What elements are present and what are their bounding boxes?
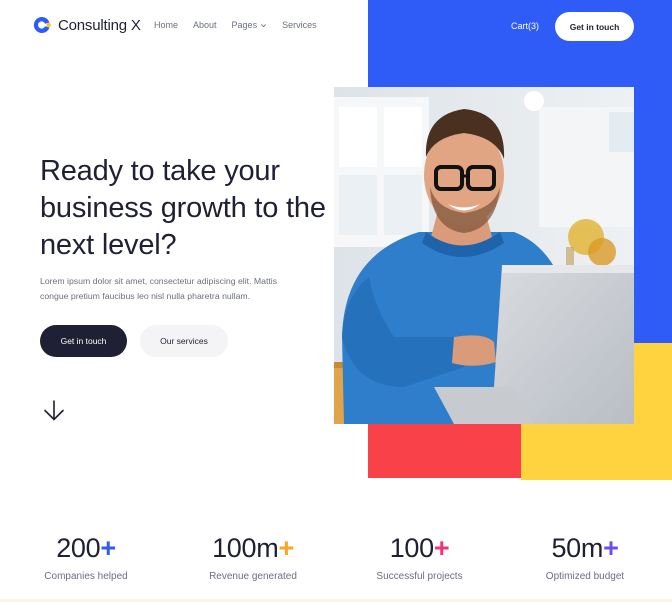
- nav-label: Pages: [231, 20, 258, 30]
- nav-item-services[interactable]: Services: [282, 20, 317, 30]
- stat-number: 50m: [551, 533, 604, 563]
- our-services-button[interactable]: Our services: [140, 325, 228, 357]
- stat-successful-projects: 100+ Successful projects: [371, 530, 468, 582]
- nav-item-home[interactable]: Home: [154, 20, 178, 30]
- stat-suffix: +: [278, 533, 294, 563]
- stat-suffix: +: [603, 533, 619, 563]
- header-get-in-touch-button[interactable]: Get in touch: [555, 12, 634, 41]
- stats-section: 200+ Companies helped 100m+ Revenue gene…: [0, 530, 672, 602]
- hero-description: Lorem ipsum dolor sit amet, consectetur …: [40, 276, 278, 301]
- nav-label: Services: [282, 20, 317, 30]
- nav-item-about[interactable]: About: [193, 20, 217, 30]
- stat-label: Revenue generated: [209, 571, 297, 582]
- logo-text: Consulting X: [58, 16, 141, 34]
- nav-label: Home: [154, 20, 179, 30]
- stat-companies-helped: 200+ Companies helped: [40, 530, 132, 582]
- stat-label: Optimized budget: [545, 571, 625, 582]
- main-nav: Home About Pages Services: [154, 20, 332, 30]
- chevron-down-icon: [261, 23, 267, 27]
- hero-photo: [334, 87, 634, 424]
- stat-value: 50m+: [540, 530, 630, 566]
- logo-icon: [33, 16, 51, 33]
- stat-suffix: +: [100, 533, 116, 563]
- get-in-touch-button[interactable]: Get in touch: [40, 325, 127, 357]
- stat-optimized-budget: 50m+ Optimized budget: [540, 530, 630, 582]
- stat-number: 100: [389, 533, 434, 563]
- stat-value: 100m+: [205, 530, 301, 566]
- site-header: Consulting X Home About Pages Services C…: [0, 0, 672, 54]
- hero-photo-illustration: [334, 87, 634, 424]
- stat-revenue-generated: 100m+ Revenue generated: [205, 530, 301, 582]
- nav-label: About: [193, 20, 217, 30]
- nav-item-pages[interactable]: Pages: [232, 20, 268, 30]
- hero-title: Ready to take your business growth to th…: [40, 155, 326, 261]
- stat-label: Companies helped: [44, 571, 128, 582]
- stat-value: 200+: [40, 530, 132, 566]
- cart-link[interactable]: Cart(3): [511, 21, 539, 31]
- hero-red-block: [368, 424, 521, 478]
- arrow-down-icon[interactable]: [42, 398, 68, 424]
- stat-value: 100+: [371, 530, 468, 566]
- logo[interactable]: Consulting X: [32, 15, 141, 35]
- stat-number: 200: [56, 533, 101, 563]
- stat-suffix: +: [433, 533, 450, 563]
- stat-label: Successful projects: [376, 571, 463, 582]
- stat-number: 100m: [212, 533, 279, 563]
